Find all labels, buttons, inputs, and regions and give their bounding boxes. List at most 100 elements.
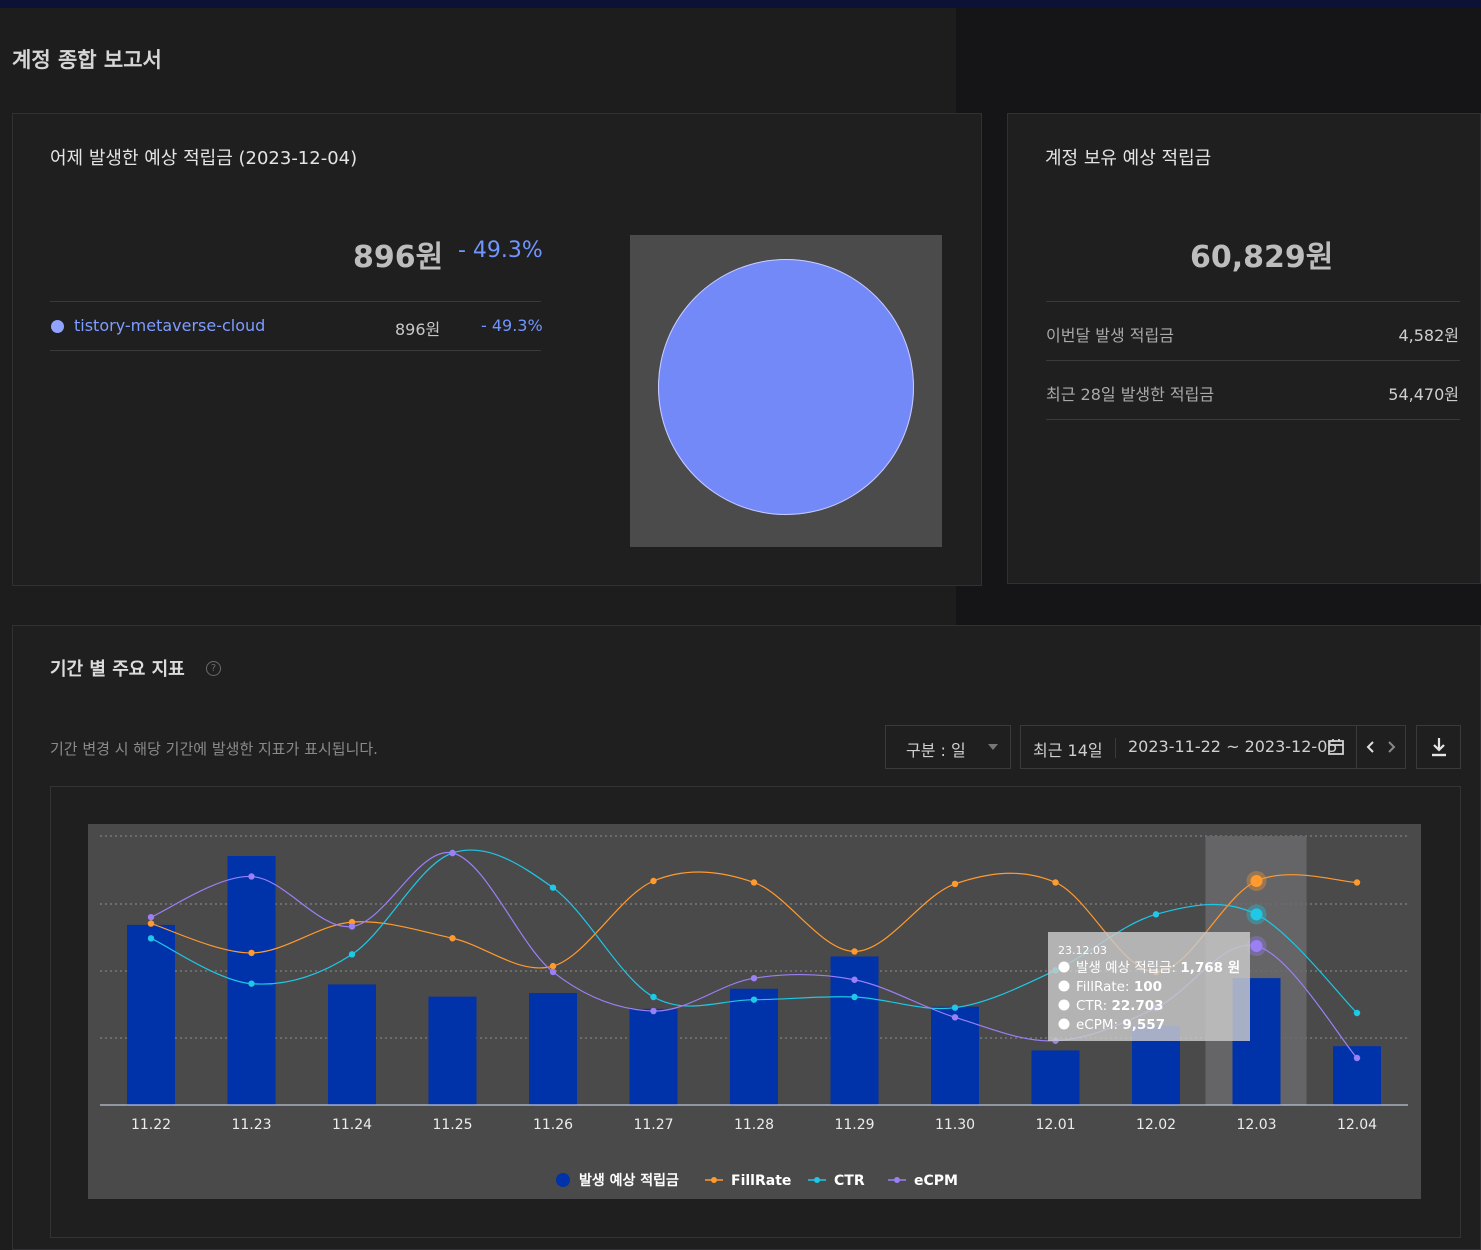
fillrate-point[interactable] xyxy=(750,879,758,886)
chevron-left-icon[interactable] xyxy=(1365,740,1377,754)
calendar-icon[interactable] xyxy=(1327,738,1345,756)
fillrate-point[interactable] xyxy=(650,877,657,885)
bar[interactable] xyxy=(1031,1050,1080,1105)
legend-label[interactable]: 발생 예상 적립금 xyxy=(579,1172,679,1189)
fillrate-point[interactable] xyxy=(549,962,557,970)
ctr-point[interactable] xyxy=(1152,911,1160,918)
balance-panel: 계정 보유 예상 적립금 60,829원 이번달 발생 적립금 4,582원 최… xyxy=(1007,113,1481,584)
x-tick-label: 11.25 xyxy=(432,1117,472,1133)
fillrate-point[interactable] xyxy=(449,935,456,942)
recent-28-label: 최근 28일 발생한 적립금 xyxy=(1046,385,1215,404)
unit-select-label: 구분 : 일 xyxy=(906,741,966,760)
ecpm-point[interactable] xyxy=(348,923,356,930)
x-tick-label: 12.02 xyxy=(1136,1117,1176,1133)
monthly-label: 이번달 발생 적립금 xyxy=(1046,326,1174,345)
tooltip-row: CTR: 22.703 xyxy=(1076,998,1164,1014)
ecpm-point[interactable] xyxy=(1250,940,1263,953)
bar[interactable] xyxy=(629,1008,678,1105)
ecpm-point[interactable] xyxy=(449,849,456,857)
fillrate-point[interactable] xyxy=(147,920,155,927)
ctr-point[interactable] xyxy=(147,935,155,942)
x-tick-label: 12.01 xyxy=(1035,1117,1075,1133)
ecpm-point[interactable] xyxy=(248,873,255,880)
legend-marker-icon[interactable] xyxy=(556,1173,570,1187)
x-tick-label: 12.03 xyxy=(1236,1117,1276,1133)
pie-slice[interactable] xyxy=(658,259,914,515)
chart-area: 11.22 11.23 11.24 11.25 11.26 11.27 11.28 11.29… xyxy=(88,824,1421,1199)
range-label: 최근 14일 xyxy=(1033,741,1103,760)
legend-label[interactable]: FillRate xyxy=(731,1173,791,1189)
unit-select[interactable]: 구분 : 일 xyxy=(885,725,1011,769)
tooltip-title: 23.12.03 xyxy=(1058,944,1107,957)
fillrate-point[interactable] xyxy=(248,949,255,957)
divider xyxy=(1046,360,1460,361)
x-tick-label: 11.24 xyxy=(332,1117,372,1133)
metrics-description: 기간 변경 시 해당 기간에 발생한 지표가 표시됩니다. xyxy=(50,740,378,758)
download-button[interactable] xyxy=(1416,725,1461,769)
legend-marker-icon xyxy=(894,1177,900,1183)
ctr-point[interactable] xyxy=(348,951,356,958)
ctr-point[interactable] xyxy=(750,996,758,1003)
ecpm-point[interactable] xyxy=(750,974,758,982)
x-tick-label: 11.26 xyxy=(533,1117,573,1133)
bar[interactable] xyxy=(529,993,577,1105)
x-tick-label: 12.04 xyxy=(1337,1117,1377,1133)
ctr-point[interactable] xyxy=(851,993,858,1001)
recent-28-value: 54,470원 xyxy=(1388,385,1459,404)
yesterday-delta: - 49.3% xyxy=(458,238,543,263)
bar[interactable] xyxy=(127,924,175,1105)
fillrate-point[interactable] xyxy=(1250,875,1263,887)
yesterday-title: 어제 발생한 예상 적립금 (2023-12-04) xyxy=(50,148,358,169)
ctr-point[interactable] xyxy=(549,884,557,891)
ecpm-point[interactable] xyxy=(951,1014,959,1021)
fillrate-point[interactable] xyxy=(851,948,858,955)
site-delta: - 49.3% xyxy=(481,316,543,335)
ecpm-point[interactable] xyxy=(147,913,155,921)
bar[interactable] xyxy=(931,1006,979,1105)
site-amount: 896원 xyxy=(395,320,441,339)
legend-marker-icon xyxy=(711,1177,717,1183)
pie-chart xyxy=(630,235,942,547)
x-tick-label: 11.29 xyxy=(834,1117,874,1133)
legend-label[interactable]: CTR xyxy=(834,1173,865,1189)
site-name[interactable]: tistory-metaverse-cloud xyxy=(74,316,265,335)
legend-dot-icon xyxy=(51,320,64,333)
tooltip-row: FillRate: 100 xyxy=(1076,979,1162,995)
tooltip-dot-icon xyxy=(1058,980,1070,992)
date-range-text: 2023-11-22 ~ 2023-12-05 xyxy=(1128,737,1338,756)
question-circle-icon[interactable]: ? xyxy=(206,661,221,676)
bar[interactable] xyxy=(328,984,376,1105)
legend-label[interactable]: eCPM xyxy=(914,1173,958,1189)
caret-down-icon xyxy=(988,744,998,750)
chevron-right-icon[interactable] xyxy=(1385,740,1397,754)
balance-title: 계정 보유 예상 적립금 xyxy=(1045,148,1212,169)
ctr-point[interactable] xyxy=(951,1004,959,1011)
bar[interactable] xyxy=(730,988,778,1105)
legend-marker-icon xyxy=(814,1177,820,1183)
ecpm-point[interactable] xyxy=(851,976,858,983)
fillrate-point[interactable] xyxy=(1052,879,1059,886)
ecpm-point[interactable] xyxy=(650,1007,657,1015)
metrics-title: 기간 별 주요 지표 xyxy=(50,659,185,680)
bar[interactable] xyxy=(428,996,477,1105)
fillrate-point[interactable] xyxy=(1353,879,1361,886)
tooltip-row: 발생 예상 적립금: 1,768 원 xyxy=(1076,960,1240,976)
ctr-point[interactable] xyxy=(650,993,657,1001)
page-title: 계정 종합 보고서 xyxy=(12,48,162,72)
x-tick-label: 11.30 xyxy=(935,1117,975,1133)
ctr-point[interactable] xyxy=(1250,908,1263,921)
ecpm-point[interactable] xyxy=(549,968,557,976)
x-tick-label: 11.27 xyxy=(633,1117,673,1133)
balance-amount: 60,829원 xyxy=(1190,240,1334,275)
divider xyxy=(1046,419,1460,420)
ctr-point[interactable] xyxy=(1353,1009,1361,1017)
tooltip-dot-icon xyxy=(1058,1018,1070,1030)
date-range-picker[interactable]: 최근 14일 2023-11-22 ~ 2023-12-05 xyxy=(1020,725,1406,769)
fillrate-point[interactable] xyxy=(951,880,959,888)
divider xyxy=(50,350,541,351)
divider xyxy=(1115,738,1116,758)
ecpm-point[interactable] xyxy=(1353,1054,1361,1062)
ctr-point[interactable] xyxy=(248,980,255,987)
tooltip-row: eCPM: 9,557 xyxy=(1076,1017,1165,1033)
divider xyxy=(1046,301,1460,302)
